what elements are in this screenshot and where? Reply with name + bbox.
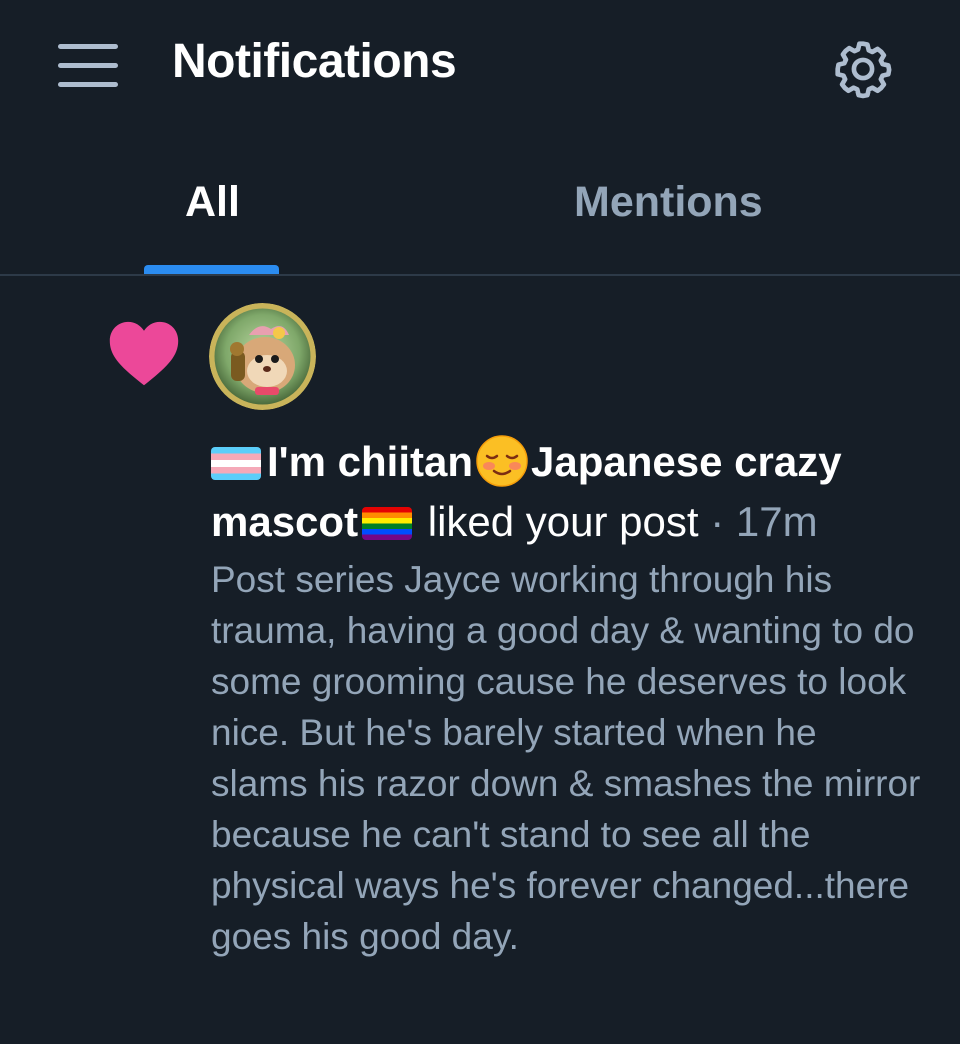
- blushing-smile-icon: [475, 434, 529, 488]
- trans-flag-icon: [211, 447, 261, 480]
- user-name[interactable]: I'm chiitan: [267, 438, 473, 485]
- heart-icon: [106, 316, 182, 388]
- hamburger-menu-icon[interactable]: [56, 44, 120, 92]
- notification-action: liked your post: [427, 498, 699, 545]
- gear-icon[interactable]: [830, 36, 896, 102]
- notification-headline: I'm chiitan Japanese crazy mascot liked y…: [211, 432, 931, 552]
- tab-mentions[interactable]: Mentions: [574, 178, 763, 227]
- top-bar: Notifications: [0, 0, 960, 135]
- page-title: Notifications: [172, 35, 457, 88]
- timestamp: 17m: [735, 498, 818, 545]
- separator: ·: [710, 498, 725, 545]
- notification-tabs: All Mentions: [0, 150, 960, 276]
- tab-all[interactable]: All: [185, 178, 240, 227]
- notification-item[interactable]: I'm chiitan Japanese crazy mascot liked y…: [0, 278, 960, 1044]
- rainbow-flag-icon: [362, 507, 413, 540]
- post-preview-text[interactable]: Post series Jayce working through his tr…: [211, 554, 921, 962]
- active-tab-indicator: [144, 265, 279, 274]
- avatar[interactable]: [209, 303, 316, 410]
